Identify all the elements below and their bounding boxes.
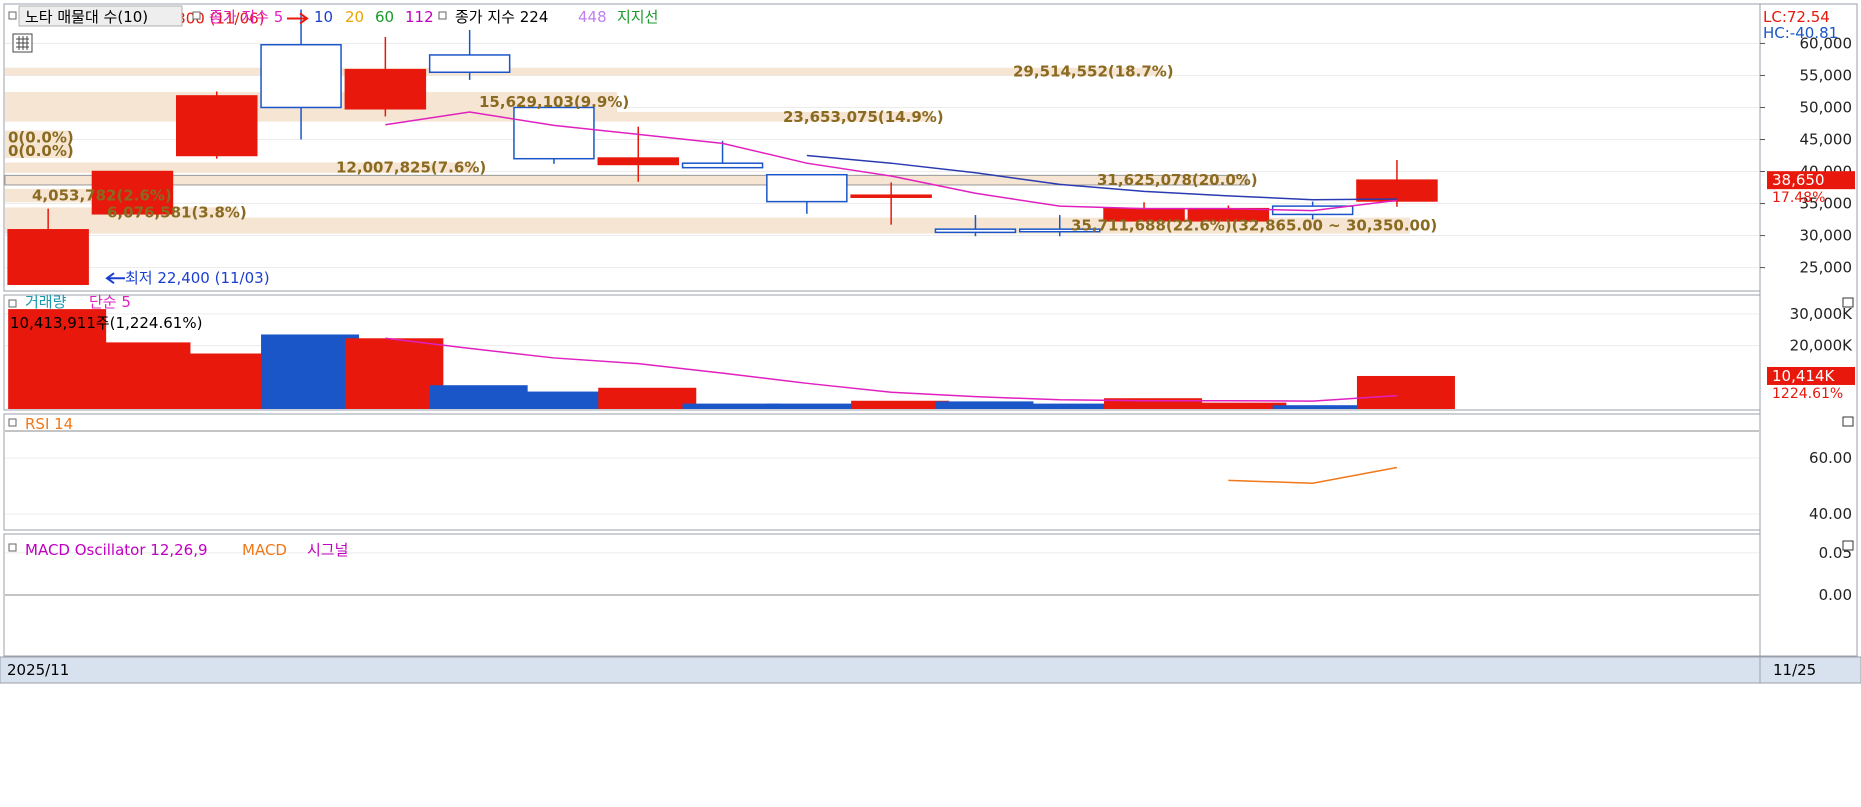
volume-bar <box>1356 375 1455 409</box>
volume-legend-icon[interactable] <box>8 299 17 308</box>
candle-body <box>766 173 848 203</box>
volume-profile-label: 12,007,825(7.6%) <box>336 159 486 177</box>
date-footer <box>0 656 1861 684</box>
volume-profile-label: 35,711,688(22.6%)(32,865.00 ~ 30,350.00) <box>1071 217 1437 235</box>
legend-ma-long-icon[interactable] <box>438 11 447 20</box>
price-tick-label: 45,000 <box>1800 130 1853 148</box>
volume-bar <box>935 401 1034 409</box>
ma-period-112[interactable]: 112 <box>405 8 434 26</box>
volume-bar <box>766 403 865 409</box>
candle-body <box>681 162 764 169</box>
macd-legend-icon[interactable] <box>8 543 17 552</box>
volume-last-change: 1224.61% <box>1772 386 1843 402</box>
candle-body <box>260 43 342 109</box>
support-line-label[interactable]: 지지선 <box>617 8 658 26</box>
price-tick-label: 55,000 <box>1800 66 1853 84</box>
last-price-change: 17.48% <box>1772 190 1825 206</box>
macd-line-label[interactable]: MACD <box>242 541 287 559</box>
candle-body <box>597 157 679 166</box>
volume-ma-label[interactable]: 단순 5 <box>89 293 131 311</box>
ma-long-label[interactable]: 종가 지수 224 <box>455 8 548 26</box>
ma-period-60[interactable]: 60 <box>375 8 394 26</box>
macd-title[interactable]: MACD Oscillator 12,26,9 <box>25 541 208 559</box>
volume-bar <box>513 391 612 409</box>
volume-bar <box>345 338 444 409</box>
price-tick-label: 25,000 <box>1800 259 1853 277</box>
volume-close-icon[interactable] <box>1842 297 1854 308</box>
rsi-title[interactable]: RSI 14 <box>25 415 73 433</box>
candle-body <box>176 95 258 157</box>
candle-body <box>850 194 932 198</box>
last-price-value: 38,650 <box>1772 171 1825 189</box>
volume-bar <box>1272 405 1371 409</box>
candle-body <box>1356 179 1438 202</box>
volume-profile-label: 29,514,552(18.7%) <box>1013 63 1174 81</box>
volume-profile-label: 0(0.0%) <box>8 142 74 160</box>
legend-ma-icon[interactable] <box>192 11 201 20</box>
low-annotation: 최저 22,400 (11/03) <box>125 269 270 287</box>
volume-bar <box>1188 402 1287 409</box>
ma-period-20[interactable]: 20 <box>345 8 364 26</box>
macd-signal-label[interactable]: 시그널 <box>307 541 348 559</box>
price-tick-label: 30,000 <box>1800 227 1853 245</box>
candle-body <box>934 228 1017 234</box>
macd-close-icon[interactable] <box>1842 540 1854 551</box>
volume-bar <box>851 400 950 409</box>
volume-profile-label: 15,629,103(9.9%) <box>479 93 629 111</box>
candle-body <box>513 106 595 160</box>
candle-body <box>344 68 427 110</box>
volume-profile-label: 6,076,581(3.8%) <box>107 204 247 222</box>
volume-bar <box>261 334 360 409</box>
price-tick-label: 50,000 <box>1800 98 1853 116</box>
volume-bar <box>598 387 697 409</box>
volume-tick-label: 30,000K <box>1790 305 1853 323</box>
rsi-close-icon[interactable] <box>1842 416 1854 427</box>
volume-last-value: 10,414K <box>1772 367 1835 385</box>
candle-body <box>7 229 89 285</box>
volume-profile-bar <box>4 174 1248 186</box>
volume-bar <box>1019 403 1118 409</box>
stock-chart[interactable]: 60,00055,00050,00045,00040,00035,00030,0… <box>0 0 1861 807</box>
hc-readout: HC:-40.81 <box>1763 24 1838 42</box>
ma-long-value[interactable]: 448 <box>578 8 607 26</box>
volume-profile-label: 4,053,782(2.6%) <box>32 187 172 205</box>
candle-body <box>428 54 511 73</box>
footer-start-date: 2025/11 <box>7 661 69 679</box>
volume-tick-label: 20,000K <box>1790 337 1853 355</box>
volume-bar <box>176 353 275 409</box>
ma-label[interactable]: 종가 지수 5 <box>209 8 283 26</box>
volume-title[interactable]: 거래량 <box>25 293 67 311</box>
ma-period-10[interactable]: 10 <box>314 8 333 26</box>
volume-profile-label: 23,653,075(14.9%) <box>783 108 944 126</box>
rsi-tick-label: 40.00 <box>1809 505 1852 523</box>
volume-profile-bar <box>5 67 1163 76</box>
rsi-tick-label: 60.00 <box>1809 449 1852 467</box>
volume-first-label: 10,413,911주(1,224.61%) <box>10 314 202 332</box>
volume-bar <box>429 385 528 409</box>
macd-tick-label: 0.00 <box>1819 586 1852 604</box>
rsi-legend-icon[interactable] <box>8 418 17 427</box>
volume-profile-label: 31,625,078(20.0%) <box>1097 171 1258 189</box>
footer-end-date: 11/25 <box>1773 661 1816 679</box>
legend-toggle-icon[interactable] <box>8 11 17 20</box>
overlay-toggle-label[interactable]: 노타 매물대 수(10) <box>25 8 148 26</box>
volume-bar <box>92 342 191 409</box>
volume-bar <box>682 403 781 409</box>
